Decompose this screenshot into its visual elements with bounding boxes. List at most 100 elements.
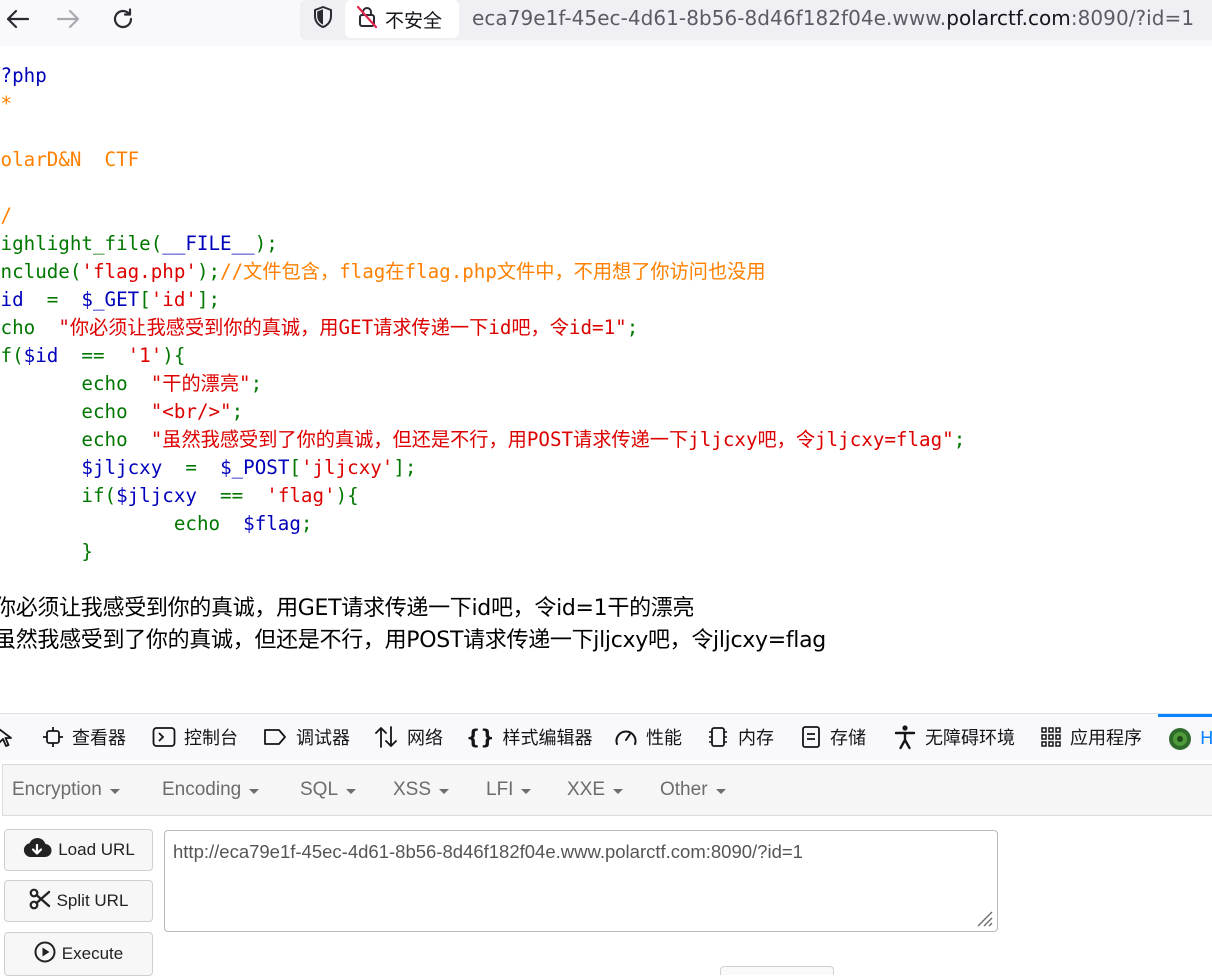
scissors-icon bbox=[29, 888, 57, 915]
load-url-label: Load URL bbox=[58, 840, 135, 859]
reload-icon bbox=[111, 7, 135, 31]
performance-icon bbox=[614, 726, 638, 748]
menu-label: XSS bbox=[393, 779, 432, 800]
code-if1-op: == bbox=[58, 344, 128, 367]
code-echo4-end: ; bbox=[953, 428, 966, 451]
tab-label: 无障碍环境 bbox=[925, 728, 1015, 749]
execute-button[interactable]: Execute bbox=[4, 932, 153, 976]
code-id-bracket: [ bbox=[139, 288, 151, 311]
code-if1-end: ){ bbox=[162, 344, 186, 367]
menu-label: Encoding bbox=[162, 779, 242, 800]
tab-label: 内存 bbox=[738, 728, 774, 749]
load-url-button[interactable]: Load URL bbox=[4, 829, 153, 871]
shield-icon bbox=[312, 5, 334, 33]
memory-icon bbox=[706, 725, 730, 749]
tab-label: 样式编辑器 bbox=[502, 728, 593, 749]
php-open-tag: <?php bbox=[0, 64, 47, 87]
style-editor-icon: {} bbox=[466, 725, 495, 749]
code-echo3-end: ; bbox=[231, 400, 244, 423]
tab-performance[interactable]: 性能 bbox=[614, 714, 682, 760]
storage-icon bbox=[800, 725, 822, 749]
code-echo5-end: ; bbox=[300, 512, 313, 535]
inspector-icon bbox=[42, 726, 64, 748]
tab-label: 应用程序 bbox=[1070, 728, 1142, 749]
code-highlight-end: ); bbox=[254, 232, 278, 255]
tab-console[interactable]: 控制台 bbox=[152, 714, 238, 760]
menu-other[interactable]: Other bbox=[660, 765, 726, 815]
code-if2-str: 'flag' bbox=[266, 484, 336, 507]
comment-title: PolarD&N CTF bbox=[0, 148, 140, 171]
hackbar-url-input[interactable]: http://eca79e1f-45ec-4d61-8b56-8d46f182f… bbox=[164, 830, 998, 932]
code-close-brace: } bbox=[81, 540, 93, 563]
tab-label: 查看器 bbox=[72, 728, 126, 749]
code-if2-kw: if( bbox=[81, 484, 117, 507]
security-label: 不安全 bbox=[385, 9, 443, 32]
element-picker-icon bbox=[0, 726, 16, 748]
site-security-indicator[interactable]: 不安全 bbox=[345, 0, 459, 38]
url-prefix: eca79e1f-45ec-4d61-8b56-8d46f182f04e.www… bbox=[472, 6, 947, 30]
code-id-get: $_GET bbox=[81, 288, 140, 311]
tab-network[interactable]: 网络 bbox=[373, 714, 443, 760]
caret-down-icon bbox=[109, 788, 120, 794]
back-button[interactable] bbox=[0, 4, 34, 34]
tracking-protection-button[interactable] bbox=[308, 5, 338, 33]
console-icon bbox=[152, 726, 176, 748]
reload-button[interactable] bbox=[106, 4, 140, 34]
code-id-end: ]; bbox=[196, 288, 221, 311]
resize-grip-icon[interactable] bbox=[972, 906, 994, 928]
code-post-end: ]; bbox=[393, 456, 417, 479]
code-echo1-str: "你必须让我感受到你的真诚，用GET请求传递一下id吧，令id=1" bbox=[58, 316, 627, 339]
menu-label: XXE bbox=[567, 779, 606, 800]
devtools-tab-strip: 查看器 控制台 调试器 网络 {} 样式编辑器 性能 内存 存储 无障碍环境 应… bbox=[0, 713, 1212, 760]
execute-label: Execute bbox=[61, 944, 124, 963]
tab-accessibility[interactable]: 无障碍环境 bbox=[893, 714, 1015, 760]
tab-memory[interactable]: 内存 bbox=[706, 714, 774, 760]
menu-xxe[interactable]: XXE bbox=[567, 765, 624, 815]
code-echo5-var: $flag bbox=[243, 512, 301, 535]
code-id-var: $id bbox=[0, 288, 24, 311]
caret-down-icon bbox=[249, 788, 260, 794]
caret-down-icon bbox=[346, 788, 357, 794]
element-picker-button[interactable] bbox=[0, 714, 24, 760]
forward-arrow-icon bbox=[56, 8, 82, 30]
menu-label: Other bbox=[660, 779, 708, 800]
menu-sql[interactable]: SQL bbox=[300, 765, 357, 815]
split-url-label: Split URL bbox=[56, 891, 129, 910]
output-line-2: 虽然我感受到了你的真诚，但还是不行，用POST请求传递一下jljcxy吧，令jl… bbox=[0, 628, 826, 653]
output-line-1: 你必须让我感受到你的真诚，用GET请求传递一下id吧，令id=1干的漂亮 bbox=[0, 596, 695, 621]
code-include-kw: include( bbox=[0, 260, 82, 283]
hackbar-icon bbox=[1168, 727, 1192, 751]
code-id-key: 'id' bbox=[150, 288, 197, 311]
back-arrow-icon bbox=[4, 8, 30, 30]
code-include-comment: //文件包含，flag在flag.php文件中，不用想了你访问也没用 bbox=[220, 260, 766, 283]
network-icon bbox=[373, 725, 399, 749]
split-url-button[interactable]: Split URL bbox=[4, 880, 153, 922]
code-include-end: ); bbox=[196, 260, 221, 283]
tab-hackbar[interactable]: H bbox=[1158, 714, 1212, 760]
tab-inspector[interactable]: 查看器 bbox=[42, 714, 126, 760]
url-display[interactable]: eca79e1f-45ec-4d61-8b56-8d46f182f04e.www… bbox=[472, 6, 1194, 30]
code-if2-var: $jljcxy bbox=[116, 484, 197, 507]
caret-down-icon bbox=[715, 788, 726, 794]
code-echo3-str: "<br/>" bbox=[150, 400, 232, 423]
menu-xss[interactable]: XSS bbox=[393, 765, 450, 815]
menu-label: Encryption bbox=[12, 779, 102, 800]
browser-toolbar: 不安全 eca79e1f-45ec-4d61-8b56-8d46f182f04e… bbox=[0, 0, 1212, 46]
menu-lfi[interactable]: LFI bbox=[486, 765, 532, 815]
tab-debugger[interactable]: 调试器 bbox=[262, 714, 350, 760]
code-include-str: 'flag.php' bbox=[81, 260, 197, 283]
forward-button[interactable] bbox=[52, 4, 86, 34]
application-icon bbox=[1040, 726, 1062, 748]
menu-encoding[interactable]: Encoding bbox=[162, 765, 260, 815]
tab-style-editor[interactable]: {} 样式编辑器 bbox=[466, 714, 592, 760]
code-if2-op: == bbox=[196, 484, 267, 507]
code-post-key: 'jljcxy' bbox=[300, 456, 394, 479]
code-post-bracket: [ bbox=[289, 456, 301, 479]
code-echo1-kw: echo bbox=[0, 316, 36, 339]
tab-storage[interactable]: 存储 bbox=[800, 714, 866, 760]
accessibility-icon bbox=[893, 724, 917, 750]
tab-application[interactable]: 应用程序 bbox=[1040, 714, 1142, 760]
menu-encryption[interactable]: Encryption bbox=[12, 765, 120, 815]
cloud-download-icon bbox=[22, 837, 58, 864]
caret-down-icon bbox=[613, 788, 624, 794]
